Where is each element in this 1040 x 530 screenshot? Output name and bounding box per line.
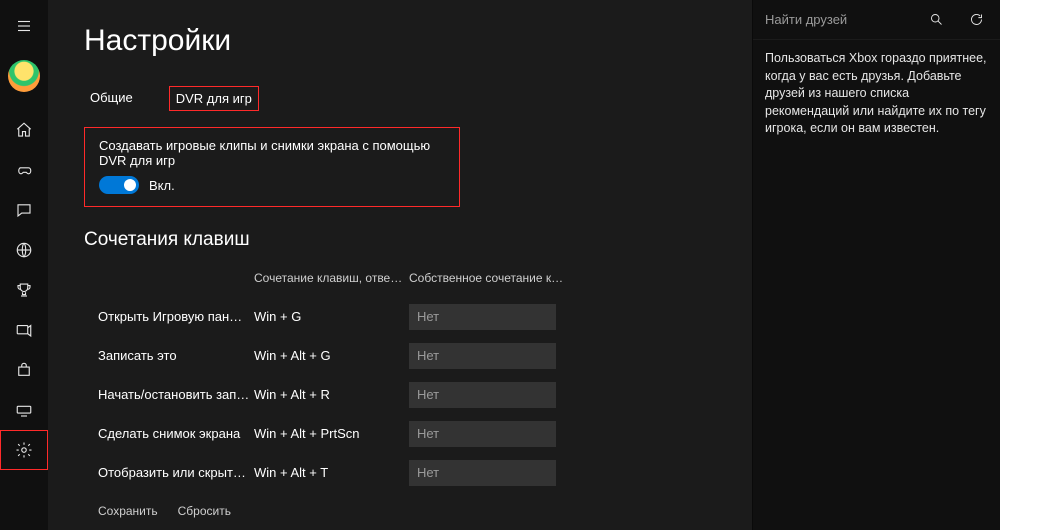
shortcut-action: Записать это [84, 348, 254, 363]
save-button[interactable]: Сохранить [98, 504, 158, 518]
nav-settings[interactable] [0, 430, 48, 470]
left-nav [0, 0, 48, 530]
shortcut-row: Отобразить или скрыт… Win + Alt + T Нет [84, 453, 722, 492]
controller-icon [15, 161, 33, 179]
search-button[interactable] [916, 0, 956, 40]
shortcuts-title: Сочетания клавиш [84, 229, 722, 251]
shortcut-row: Сделать снимок экрана Win + Alt + PrtScn… [84, 414, 722, 453]
dvr-toggle-label: Создавать игровые клипы и снимки экрана … [99, 138, 445, 168]
refresh-icon [969, 12, 984, 27]
chat-icon [15, 201, 33, 219]
shortcut-custom-input[interactable]: Нет [409, 421, 556, 447]
shortcut-action: Начать/остановить зап… [84, 387, 254, 402]
trophy-icon [15, 281, 33, 299]
shortcuts-headers: Сочетание клавиш, отве… Собственное соче… [84, 271, 722, 285]
connect-icon [15, 401, 33, 419]
friends-empty-text: Пользоваться Xbox гораздо приятнее, когд… [753, 40, 1000, 148]
header-custom: Собственное сочетание к… [409, 271, 569, 285]
tab-dvr[interactable]: DVR для игр [169, 86, 259, 111]
search-icon [929, 12, 944, 27]
hamburger-icon [15, 17, 33, 35]
nav-messages[interactable] [0, 190, 48, 230]
header-default: Сочетание клавиш, отве… [254, 271, 409, 285]
shortcut-custom-input[interactable]: Нет [409, 343, 556, 369]
shortcut-action: Сделать снимок экрана [84, 426, 254, 441]
dvr-toggle-switch[interactable] [99, 176, 139, 194]
nav-achievements[interactable] [0, 270, 48, 310]
friends-panel: Найти друзей Пользоваться Xbox гораздо п… [752, 0, 1000, 530]
shortcut-row: Записать это Win + Alt + G Нет [84, 336, 722, 375]
shortcut-default: Win + Alt + PrtScn [254, 426, 409, 441]
nav-community[interactable] [0, 230, 48, 270]
tab-general[interactable]: Общие [84, 86, 139, 111]
shortcut-action: Отобразить или скрыт… [84, 465, 254, 480]
shortcut-default: Win + Alt + T [254, 465, 409, 480]
dvr-toggle-box: Создавать игровые клипы и снимки экрана … [84, 127, 460, 207]
globe-icon [15, 241, 33, 259]
shortcut-action: Открыть Игровую пан… [84, 309, 254, 324]
nav-connect[interactable] [0, 390, 48, 430]
shortcut-custom-input[interactable]: Нет [409, 304, 556, 330]
nav-home[interactable] [0, 110, 48, 150]
search-input[interactable]: Найти друзей [765, 12, 916, 27]
shortcut-default: Win + Alt + G [254, 348, 409, 363]
tabs: Общие DVR для игр [84, 86, 722, 111]
shortcut-default: Win + G [254, 309, 409, 324]
nav-captures[interactable] [0, 310, 48, 350]
home-icon [15, 121, 33, 139]
store-icon [15, 361, 33, 379]
shortcut-default: Win + Alt + R [254, 387, 409, 402]
gear-icon [15, 441, 33, 459]
footer-actions: Сохранить Сбросить [84, 494, 722, 530]
reset-button[interactable]: Сбросить [178, 504, 231, 518]
shortcut-row: Открыть Игровую пан… Win + G Нет [84, 297, 722, 336]
menu-button[interactable] [0, 6, 48, 46]
shortcut-custom-input[interactable]: Нет [409, 460, 556, 486]
avatar[interactable] [8, 60, 40, 92]
nav-store[interactable] [0, 350, 48, 390]
refresh-button[interactable] [956, 0, 996, 40]
dvr-toggle-state: Вкл. [149, 178, 175, 193]
shortcut-custom-input[interactable]: Нет [409, 382, 556, 408]
page-title: Настройки [84, 24, 722, 58]
nav-games[interactable] [0, 150, 48, 190]
shortcut-row: Начать/остановить зап… Win + Alt + R Нет [84, 375, 722, 414]
main-content: Настройки Общие DVR для игр Создавать иг… [48, 0, 752, 530]
capture-icon [15, 321, 33, 339]
